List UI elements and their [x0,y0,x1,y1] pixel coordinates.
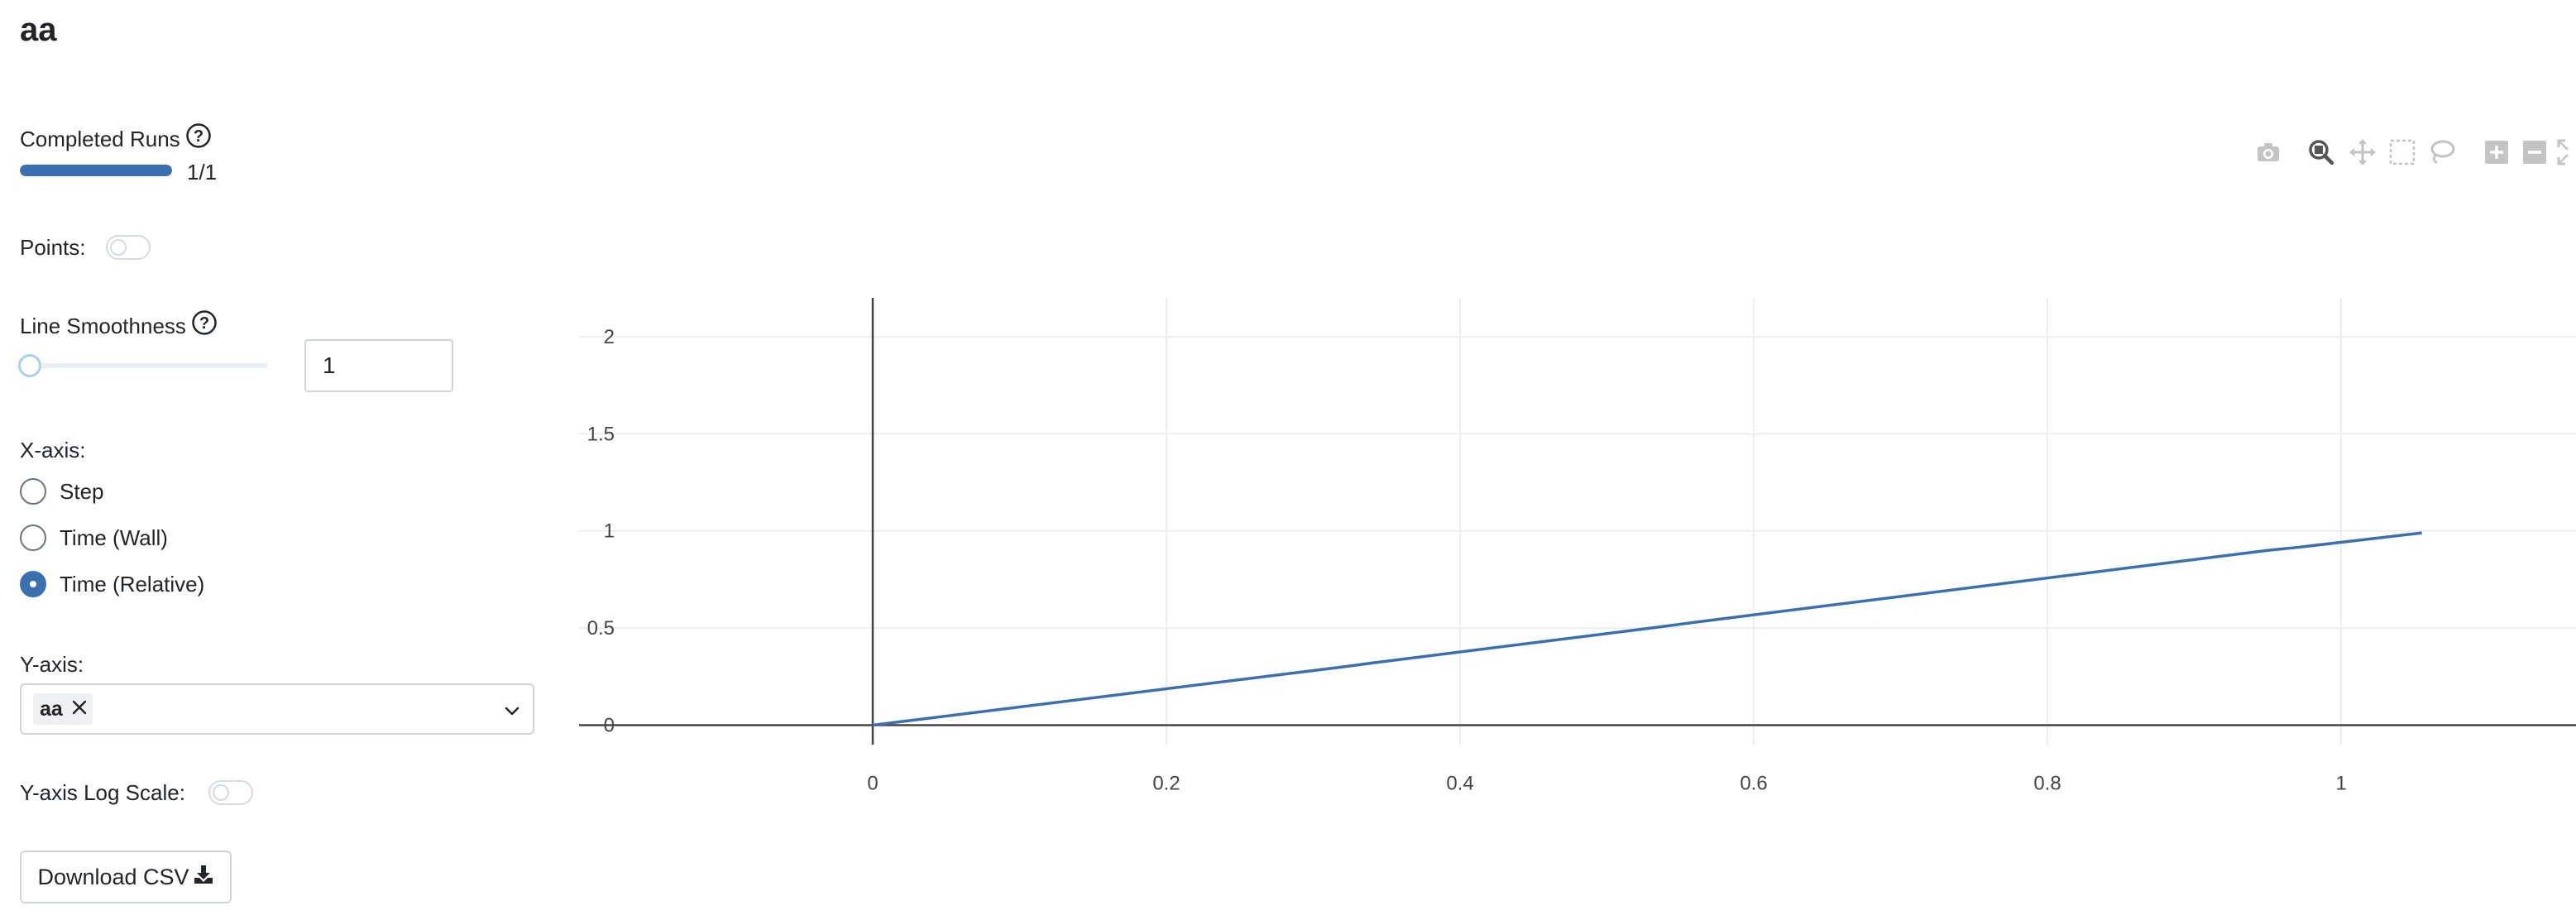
smoothness-slider-track[interactable] [30,363,268,368]
y-tick-label: 0.5 [587,617,615,640]
x-tick-label: 0 [867,773,878,794]
series-line [872,531,2422,727]
autoscale-icon[interactable] [2556,137,2576,171]
download-csv-button[interactable]: Download CSV [20,851,232,903]
download-icon [193,864,214,891]
x-axis-time-wall-radio[interactable] [20,525,46,551]
smoothness-input[interactable] [304,339,453,392]
x-tick-label: 0.2 [1152,773,1180,794]
help-icon[interactable]: ? [191,309,218,343]
log-scale-toggle[interactable] [208,780,253,805]
chevron-down-icon[interactable] [503,702,521,724]
pan-icon[interactable] [2348,137,2377,171]
line-chart[interactable]: 0 0.2 0.4 0.6 0.8 1 0 0.5 1 1.5 2 [579,281,2576,794]
x-axis-time-relative-radio[interactable] [20,571,46,597]
points-label: Points: [20,235,86,260]
y-axis-label: Y-axis: [20,652,84,677]
x-axis-time-relative-label[interactable]: Time (Relative) [60,570,204,598]
zoom-in-icon[interactable] [2482,137,2511,171]
completed-runs-progress [20,165,172,176]
y-tick-label: 0 [604,715,615,737]
completed-runs-label: Completed Runs [20,127,180,151]
camera-icon[interactable] [2253,137,2283,171]
lasso-icon[interactable] [2427,137,2457,171]
x-tick-label: 0.6 [1740,773,1767,794]
y-axis-chip: aa [33,693,93,725]
x-tick-label: 1 [2335,773,2346,794]
zoom-out-icon[interactable] [2520,137,2550,171]
x-axis-time-wall-label[interactable]: Time (Wall) [60,524,168,552]
y-axis-chip-label: aa [40,697,63,721]
close-icon[interactable] [71,697,88,721]
line-smoothness-label: Line Smoothness [20,314,186,338]
x-axis-label: X-axis: [20,438,86,462]
progress-fill [20,165,172,176]
x-axis-step-radio[interactable] [20,478,46,505]
svg-text:?: ? [194,127,203,146]
zoom-icon[interactable] [2306,137,2336,171]
page-title: aa [20,12,57,48]
x-axis-step-label[interactable]: Step [60,477,104,506]
x-tick-label: 0.4 [1446,773,1473,794]
points-toggle[interactable] [106,235,151,260]
completed-runs-count: 1/1 [187,160,218,184]
y-axis-select[interactable]: aa [20,683,534,735]
log-scale-label: Y-axis Log Scale: [20,780,185,805]
smoothness-slider-thumb[interactable] [18,354,41,377]
y-tick-label: 1 [604,520,615,543]
box-select-icon[interactable] [2387,137,2417,171]
completed-runs-row: Completed Runs ? [20,122,212,156]
download-csv-label: Download CSV [37,864,189,889]
svg-text:?: ? [199,314,209,333]
line-smoothness-row: Line Smoothness ? [20,309,218,343]
x-tick-label: 0.8 [2033,773,2061,794]
y-tick-label: 1.5 [587,423,615,445]
y-tick-label: 2 [604,326,615,348]
help-icon[interactable]: ? [185,122,212,156]
